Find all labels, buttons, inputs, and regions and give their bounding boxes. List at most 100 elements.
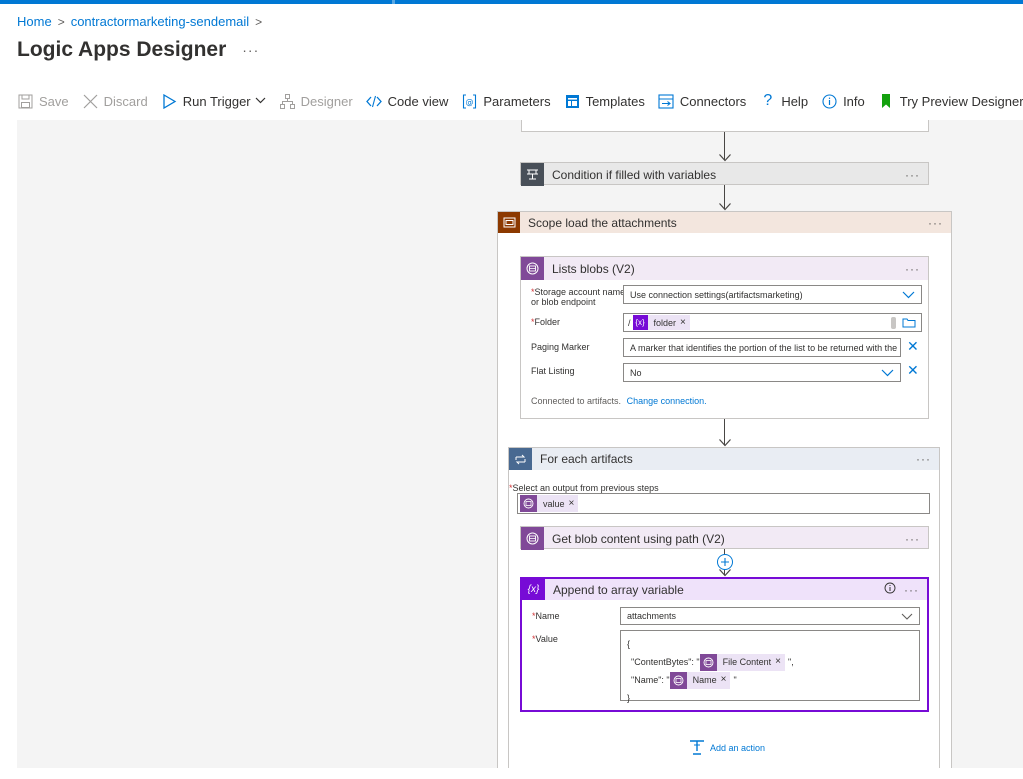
blob-storage-icon: [669, 671, 687, 689]
more-icon[interactable]: ···: [928, 216, 943, 230]
folder-token-label: folder: [653, 317, 677, 328]
more-icon[interactable]: ···: [905, 532, 920, 546]
value-editor[interactable]: { "ContentBytes": " File Content × ", "N…: [620, 630, 920, 703]
file-content-token[interactable]: File Content ×: [699, 653, 785, 671]
templates-label: Templates: [585, 93, 645, 109]
value-line-name: "Name": " Name × ": [627, 671, 913, 689]
bookmark-icon: [878, 93, 895, 110]
connectors-label: Connectors: [679, 93, 747, 109]
info-button[interactable]: Info: [821, 93, 865, 110]
add-action-button[interactable]: Add an action: [689, 740, 765, 755]
save-icon: [17, 93, 34, 110]
connectors-button[interactable]: Connectors: [658, 93, 746, 110]
code-icon: [366, 93, 383, 110]
discard-label: Discard: [103, 93, 148, 109]
name-end: ": [733, 675, 737, 685]
designer-canvas[interactable]: Condition if filled with variables ··· S…: [17, 120, 1023, 768]
code-view-label: Code view: [387, 93, 449, 109]
list-blobs-title: Lists blobs (V2): [552, 261, 635, 276]
chevron-down-icon: [902, 291, 915, 299]
run-trigger-button[interactable]: Run Trigger: [161, 93, 266, 110]
designer-label: Designer: [300, 93, 353, 109]
save-button[interactable]: Save: [17, 93, 69, 110]
name-field-label: *Name: [532, 611, 560, 621]
page-more-icon[interactable]: ···: [242, 42, 259, 58]
value-line-close: }: [627, 693, 631, 703]
previous-step-card[interactable]: [521, 120, 929, 132]
templates-button[interactable]: Templates: [564, 93, 645, 110]
file-content-token-label: File Content: [722, 657, 772, 667]
parameters-label: Parameters: [483, 93, 551, 109]
designer-button[interactable]: Designer: [279, 93, 353, 110]
folder-picker-icon[interactable]: [902, 317, 916, 328]
name-select[interactable]: attachments: [620, 607, 920, 625]
toolbar: Save Discard Run Trigger Designer Code v…: [17, 90, 1023, 112]
get-blob-content-card[interactable]: Get blob content using path (V2) ···: [520, 526, 929, 550]
breadcrumb-app[interactable]: contractormarketing-sendemail: [71, 14, 249, 29]
content-bytes-end: ",: [788, 657, 794, 667]
more-icon[interactable]: ···: [905, 168, 920, 182]
condition-card[interactable]: Condition if filled with variables ···: [520, 162, 929, 186]
scrollbar-thumb[interactable]: [891, 317, 896, 329]
remove-token-icon[interactable]: ×: [721, 671, 727, 689]
help-label: Help: [781, 93, 809, 109]
folder-label: *Folder: [531, 317, 561, 327]
remove-token-icon[interactable]: ×: [680, 317, 686, 328]
select-output-input[interactable]: value ×: [517, 493, 930, 514]
help-button[interactable]: ? Help: [759, 92, 809, 110]
remove-paging-marker-icon[interactable]: ✕: [907, 339, 919, 353]
breadcrumb-home[interactable]: Home: [17, 14, 52, 29]
flat-listing-select[interactable]: No: [623, 363, 901, 382]
try-preview-designer-button[interactable]: Try Preview Designer: [878, 93, 1023, 110]
more-icon[interactable]: ···: [905, 262, 920, 276]
templates-icon: [564, 93, 581, 110]
connector-arrow: [719, 132, 731, 162]
add-action-label: Add an action: [710, 742, 766, 753]
value-token[interactable]: value ×: [520, 495, 579, 512]
breadcrumb-separator: >: [255, 14, 263, 29]
remove-token-icon[interactable]: ×: [569, 498, 575, 509]
variable-icon: {x}: [522, 579, 545, 600]
scope-icon: [498, 212, 520, 233]
discard-icon: [82, 93, 99, 110]
for-each-title: For each artifacts: [540, 452, 633, 466]
insert-step-plus-icon[interactable]: [717, 554, 733, 570]
chevron-down-icon: [901, 613, 913, 620]
question-mark-icon: ?: [763, 92, 773, 109]
parameters-button[interactable]: @ Parameters: [461, 93, 551, 110]
storage-account-select[interactable]: Use connection settings(artifactsmarketi…: [623, 285, 922, 304]
run-trigger-label: Run Trigger: [182, 93, 251, 109]
chevron-down-icon: [255, 96, 266, 107]
remove-flat-listing-icon[interactable]: ✕: [907, 363, 919, 377]
more-icon[interactable]: ···: [916, 452, 931, 466]
blob-storage-icon: [520, 495, 537, 512]
append-title: Append to array variable: [553, 582, 684, 597]
folder-input[interactable]: / {x} folder ×: [623, 313, 922, 332]
flat-listing-value: No: [630, 367, 642, 378]
paging-marker-label: Paging Marker: [531, 342, 590, 352]
select-output-label: *Select an output from previous steps: [509, 483, 659, 493]
name-token-label: Name: [692, 675, 717, 685]
breadcrumb-separator: >: [57, 14, 65, 29]
variable-icon: {x}: [632, 315, 648, 330]
condition-icon: [521, 163, 544, 186]
folder-token[interactable]: {x} folder ×: [632, 315, 690, 330]
more-icon[interactable]: ···: [904, 583, 919, 597]
info-icon[interactable]: [884, 582, 896, 597]
paging-marker-input[interactable]: A marker that identifies the portion of …: [623, 338, 901, 357]
change-connection-link[interactable]: Change connection.: [627, 396, 707, 406]
remove-token-icon[interactable]: ×: [775, 653, 781, 671]
append-to-array-card[interactable]: {x} Append to array variable ··· *Name a…: [520, 577, 929, 712]
name-key: "Name": ": [631, 675, 670, 685]
paging-marker-placeholder: A marker that identifies the portion of …: [630, 342, 900, 353]
add-action-icon: [690, 740, 704, 755]
designer-icon: [279, 93, 296, 110]
info-icon: [821, 93, 838, 110]
connectors-icon: [658, 93, 675, 110]
list-blobs-card[interactable]: Lists blobs (V2) ··· *Storage account na…: [520, 256, 929, 419]
name-token[interactable]: Name ×: [669, 671, 731, 689]
discard-button[interactable]: Discard: [82, 93, 148, 110]
code-view-button[interactable]: Code view: [366, 93, 449, 110]
save-label: Save: [39, 93, 69, 109]
blob-storage-icon: [521, 527, 544, 550]
